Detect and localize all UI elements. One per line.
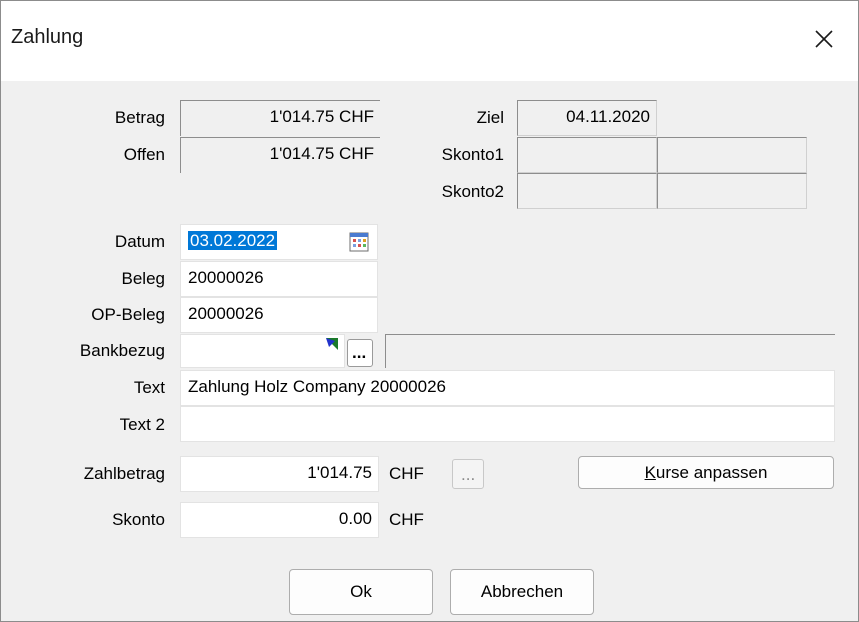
skonto1-label: Skonto1	[441, 145, 504, 164]
payment-dialog: Zahlung Betrag 1'014.75 CHF Offen 1'014.…	[0, 0, 859, 622]
text2-label: Text 2	[119, 415, 165, 434]
skonto2-label: Skonto2	[441, 182, 504, 201]
zahlbetrag-currency: CHF	[389, 464, 424, 483]
skonto-currency: CHF	[389, 510, 424, 529]
calendar-button[interactable]	[349, 232, 369, 252]
betrag-value: 1'014.75 CHF	[269, 107, 374, 126]
opbeleg-input[interactable]: 20000026	[180, 297, 378, 333]
close-button[interactable]	[806, 21, 842, 57]
skonto-input[interactable]: 0.00	[180, 502, 379, 538]
window-title: Zahlung	[11, 26, 84, 48]
zahlbetrag-input[interactable]: 1'014.75	[180, 456, 379, 492]
cancel-button[interactable]: Abbrechen	[450, 569, 594, 615]
currency-lookup-button[interactable]: ...	[452, 459, 484, 489]
text-label: Text	[133, 378, 165, 397]
beleg-input[interactable]: 20000026	[180, 261, 378, 297]
kurse-anpassen-button[interactable]: Kurse anpassen	[578, 456, 834, 489]
skonto2-field-2	[657, 173, 807, 209]
offen-value: 1'014.75 CHF	[269, 144, 374, 163]
skonto1-field-2	[657, 137, 807, 173]
dropdown-marker-icon	[326, 338, 338, 350]
ziel-label: Ziel	[476, 108, 504, 127]
text2-input[interactable]	[180, 406, 835, 442]
offen-field: 1'014.75 CHF	[180, 137, 380, 173]
skonto1-field	[517, 137, 657, 173]
title-bar: Zahlung	[1, 1, 858, 81]
ok-button[interactable]: Ok	[289, 569, 433, 615]
ziel-value: 04.11.2020	[566, 107, 650, 126]
ziel-field: 04.11.2020	[517, 100, 657, 136]
bankbezug-lookup-button[interactable]: ...	[347, 339, 373, 367]
betrag-field: 1'014.75 CHF	[180, 100, 380, 136]
datum-label: Datum	[114, 232, 165, 251]
bankbezug-input[interactable]	[180, 334, 345, 368]
bankbezug-info-field	[385, 334, 835, 368]
bankbezug-label: Bankbezug	[79, 341, 165, 360]
close-icon	[815, 30, 833, 48]
zahlbetrag-label: Zahlbetrag	[83, 464, 165, 483]
datum-value: 03.02.2022	[188, 231, 278, 250]
opbeleg-label: OP-Beleg	[91, 305, 165, 324]
skonto-label: Skonto	[112, 510, 165, 529]
skonto2-field	[517, 173, 657, 209]
text-input[interactable]: Zahlung Holz Company 20000026	[180, 370, 835, 406]
calendar-icon	[349, 232, 369, 252]
beleg-label: Beleg	[121, 269, 165, 288]
offen-label: Offen	[123, 145, 165, 164]
betrag-label: Betrag	[114, 108, 165, 127]
